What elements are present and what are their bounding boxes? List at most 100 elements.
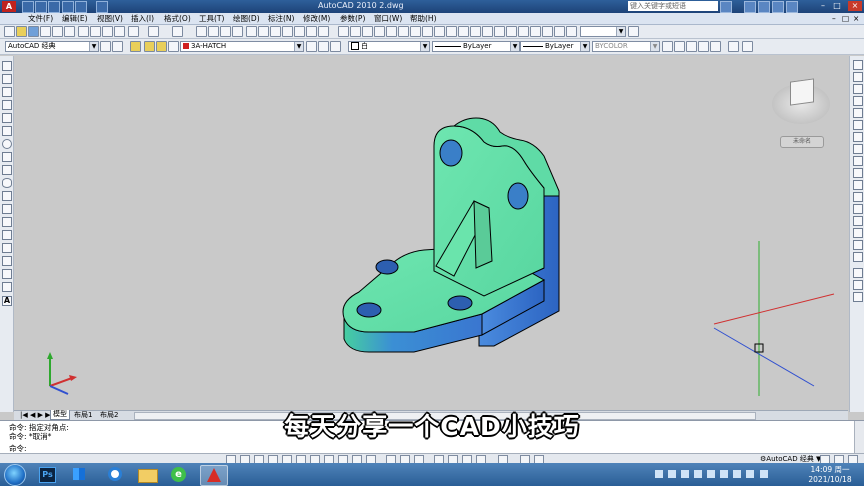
help-icon[interactable] [318,26,329,37]
chamfer-icon[interactable] [853,228,863,238]
layer-previous-icon[interactable] [318,41,329,52]
view-icon[interactable] [710,41,721,52]
menu-help[interactable]: 帮助(H) [410,13,437,24]
design-center-icon[interactable] [258,26,269,37]
rotate-icon[interactable] [853,132,863,142]
dim-space-icon[interactable] [470,26,481,37]
workspace-combo[interactable]: AutoCAD 经典 ▼ [5,41,99,52]
dim-arc-icon[interactable] [362,26,373,37]
layer-properties-icon[interactable] [130,41,141,52]
inspection-icon[interactable] [518,26,529,37]
mirror-icon[interactable] [853,84,863,94]
wcs-menu[interactable]: 未命名 [780,136,824,148]
copy-object-icon[interactable] [853,72,863,82]
zoom-realtime-icon[interactable] [208,26,219,37]
dim-baseline-icon[interactable] [446,26,457,37]
layer-states-icon[interactable] [330,41,341,52]
menu-edit[interactable]: 编辑(E) [62,13,88,24]
save-icon[interactable] [48,1,60,13]
make-block-icon[interactable] [2,217,12,227]
trim-icon[interactable] [853,168,863,178]
paste-icon[interactable] [102,26,113,37]
region-icon[interactable] [2,269,12,279]
polyline-icon[interactable] [2,87,12,97]
dim-jogged-icon[interactable] [398,26,409,37]
arc-icon[interactable] [2,126,12,136]
menu-view[interactable]: 视图(V) [97,13,123,24]
properties-icon[interactable] [246,26,257,37]
color-combo[interactable]: 白 ▼ [348,41,430,52]
taskbar-explorer[interactable] [134,465,160,484]
ellipse-arc-icon[interactable] [2,191,12,201]
break-icon[interactable] [853,204,863,214]
move-icon[interactable] [853,120,863,130]
cut-icon[interactable] [78,26,89,37]
quick-dim-icon[interactable] [434,26,445,37]
gradient-icon[interactable] [2,256,12,266]
dim-update-icon[interactable] [566,26,577,37]
polygon-icon[interactable] [2,100,12,110]
taskbar-browser[interactable] [102,465,128,484]
stretch-icon[interactable] [853,156,863,166]
subscription-icon[interactable] [744,1,756,13]
layer-lock-icon[interactable] [168,41,179,52]
network-icon[interactable] [746,470,754,478]
circle-icon[interactable] [2,139,12,149]
viewcube[interactable]: 未命名 [772,78,832,148]
markup-icon[interactable] [294,26,305,37]
draw-order-icon[interactable] [853,268,863,278]
workspace-settings-icon[interactable] [100,41,111,52]
visual-style-icon[interactable] [698,41,709,52]
table-icon[interactable] [2,282,12,292]
menu-parametric[interactable]: 参数(P) [340,13,365,24]
hatch-icon[interactable] [2,243,12,253]
menu-dimension[interactable]: 标注(N) [268,13,294,24]
mleader-style-icon[interactable] [686,41,697,52]
menu-insert[interactable]: 插入(I) [131,13,154,24]
subtract-icon[interactable] [853,292,863,302]
taskbar-photoshop[interactable]: Ps [34,465,60,484]
dim-break-icon[interactable] [482,26,493,37]
tray-icon[interactable] [694,470,702,478]
autocad-logo-icon[interactable]: A [2,1,16,12]
tool-palettes-icon[interactable] [270,26,281,37]
undo-icon[interactable] [62,1,74,13]
offset-icon[interactable] [853,96,863,106]
quickcalc-icon[interactable] [306,26,317,37]
tray-icon[interactable] [655,470,663,478]
close-button[interactable]: × [848,1,862,11]
union-icon[interactable] [853,280,863,290]
minimize-button[interactable]: – [818,1,828,11]
lineweight-combo[interactable]: ByLayer ▼ [520,41,590,52]
dim-style-icon[interactable] [628,26,639,37]
menu-draw[interactable]: 绘图(D) [233,13,260,24]
tray-icon[interactable] [733,470,741,478]
dim-diameter-icon[interactable] [410,26,421,37]
toolbar-extra-icon[interactable] [742,41,753,52]
cube-icon[interactable] [790,78,814,106]
linetype-combo[interactable]: ByLayer ▼ [432,41,520,52]
start-button-icon[interactable] [4,464,26,486]
center-mark-icon[interactable] [506,26,517,37]
search-input[interactable]: 键入关键字或短语 [628,1,718,11]
open-icon[interactable] [16,26,27,37]
spline-icon[interactable] [2,165,12,175]
table-style-icon[interactable] [662,41,673,52]
insert-block-icon[interactable] [2,204,12,214]
new-file-icon[interactable] [22,1,34,13]
plot-icon[interactable] [40,26,51,37]
point-icon[interactable] [2,230,12,240]
binoculars-icon[interactable] [720,1,732,13]
dim-ordinate-icon[interactable] [374,26,385,37]
menu-tools[interactable]: 工具(T) [199,13,224,24]
menu-file[interactable]: 文件(F) [28,13,53,24]
revision-cloud-icon[interactable] [2,152,12,162]
line-icon[interactable] [2,61,12,71]
customize-icon[interactable] [112,41,123,52]
dim-style-combo[interactable]: ▼ [580,26,626,37]
redo-icon[interactable] [172,26,183,37]
rectangle-icon[interactable] [2,113,12,123]
favorites-icon[interactable] [772,1,784,13]
workspace-switch[interactable]: ⚙AutoCAD 经典 ▼ [760,455,821,463]
dim-continue-icon[interactable] [458,26,469,37]
